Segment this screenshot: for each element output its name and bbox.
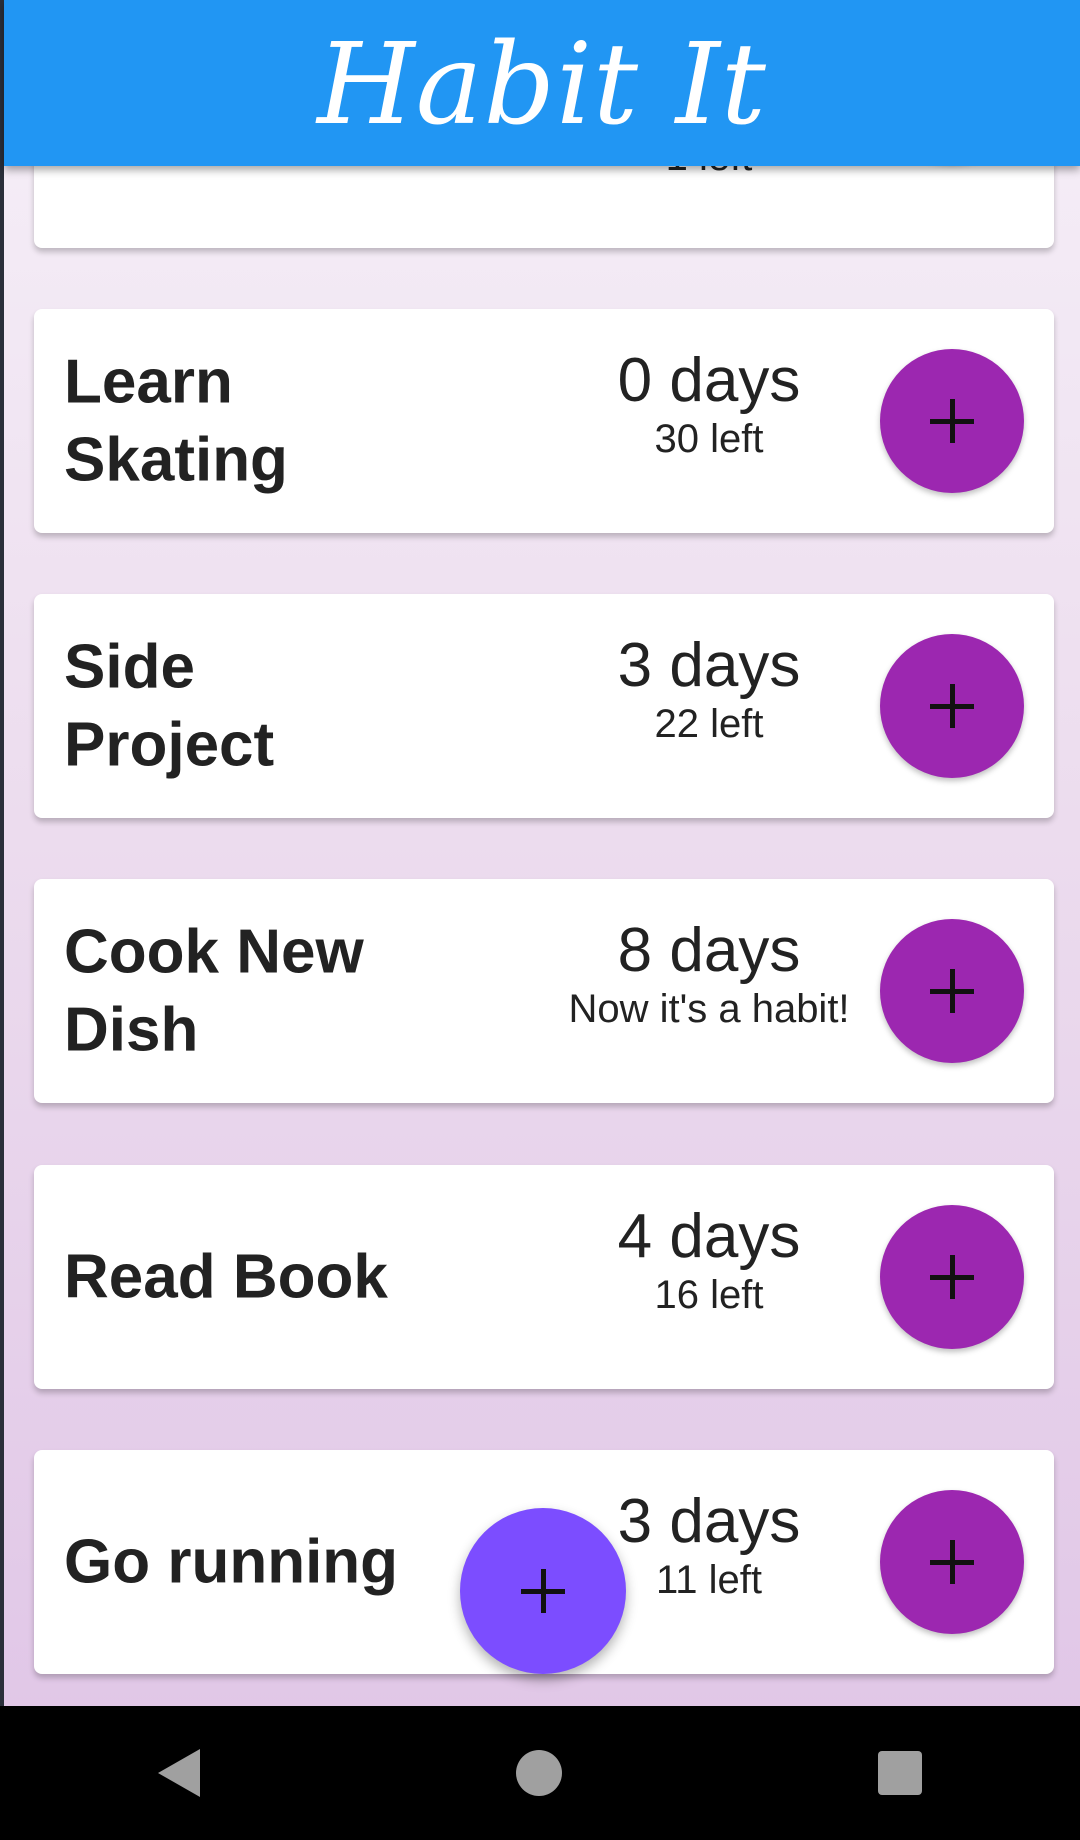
add-day-button[interactable] (880, 634, 1024, 778)
habit-days-count: 4 days (617, 1202, 801, 1271)
habit-list[interactable]: 1 left Learn Skating 0 days 30 left Side… (0, 0, 1080, 1706)
habit-progress: 3 days 22 left (474, 630, 944, 747)
habit-progress: 8 days Now it's a habit! (474, 915, 944, 1032)
add-day-button[interactable] (880, 1490, 1024, 1634)
habit-days-left: 22 left (654, 702, 764, 747)
habit-days-count: 0 days (617, 346, 801, 415)
plus-icon (930, 399, 974, 443)
app-title: Habit It (317, 20, 767, 150)
add-day-button[interactable] (880, 1205, 1024, 1349)
plus-icon (521, 1569, 565, 1613)
habit-days-count: 8 days (617, 916, 801, 985)
app-bar: Habit It (4, 0, 1080, 166)
habit-name: Read Book (64, 1242, 388, 1312)
add-day-button[interactable] (880, 919, 1024, 1063)
system-nav-bar (0, 1706, 1080, 1840)
add-habit-fab[interactable] (460, 1508, 626, 1674)
plus-icon (930, 969, 974, 1013)
habit-name: Go running (64, 1527, 399, 1597)
recents-icon[interactable] (878, 1751, 922, 1795)
add-day-button[interactable] (880, 349, 1024, 493)
habit-days-left: Now it's a habit! (568, 987, 850, 1032)
habit-name: Cook New Dish (64, 917, 364, 1065)
plus-icon (930, 1540, 974, 1584)
home-icon[interactable] (516, 1750, 562, 1796)
habit-days-left: 30 left (654, 417, 764, 462)
back-icon[interactable] (158, 1749, 200, 1797)
habit-card[interactable]: Side Project 3 days 22 left (34, 594, 1054, 818)
habit-card[interactable]: Read Book 4 days 16 left (34, 1165, 1054, 1389)
plus-icon (930, 1255, 974, 1299)
habit-progress: 4 days 16 left (474, 1201, 944, 1318)
habit-days-count: 3 days (617, 631, 801, 700)
habit-days-left: 16 left (654, 1273, 764, 1318)
habit-card[interactable]: Learn Skating 0 days 30 left (34, 309, 1054, 533)
habit-card[interactable]: Cook New Dish 8 days Now it's a habit! (34, 879, 1054, 1103)
habit-name: Side Project (64, 632, 275, 780)
plus-icon (930, 684, 974, 728)
habit-progress: 0 days 30 left (474, 345, 944, 462)
habit-name: Learn Skating (64, 347, 288, 495)
